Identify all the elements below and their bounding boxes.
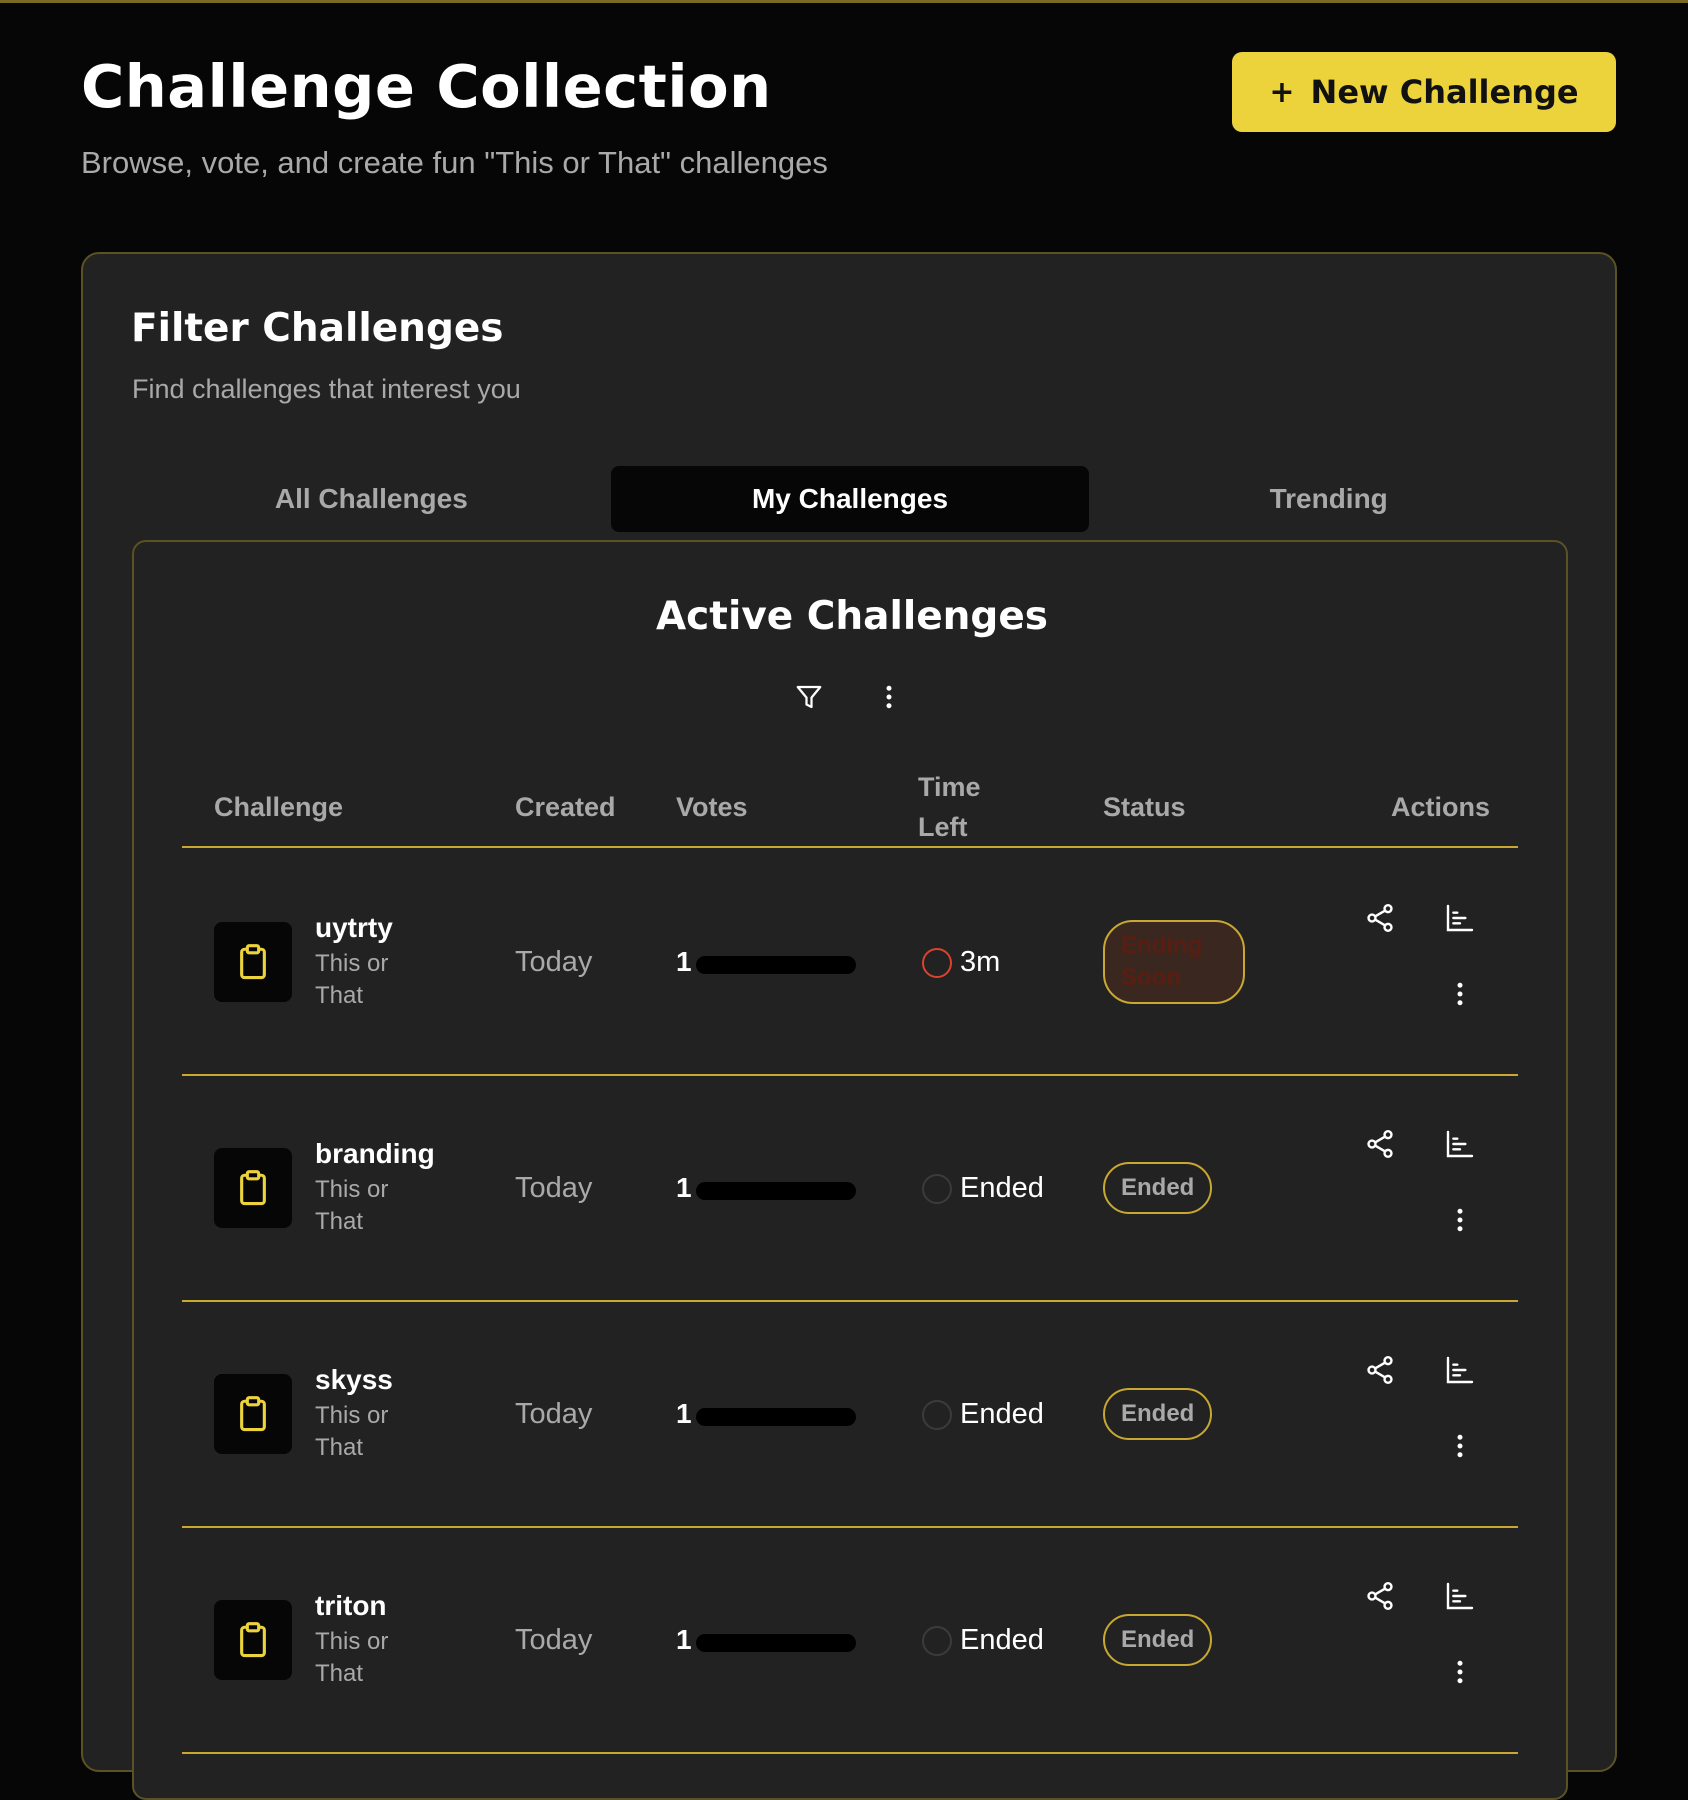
challenge-name[interactable]: uytrty bbox=[315, 912, 393, 944]
share-icon[interactable] bbox=[1362, 1126, 1398, 1162]
column-time-left[interactable]: Time Left bbox=[918, 768, 998, 846]
vote-count: 1 bbox=[676, 1624, 692, 1655]
tab-trending[interactable]: Trending bbox=[1089, 466, 1568, 532]
status-badge: Ended bbox=[1103, 1162, 1213, 1214]
new-challenge-button[interactable]: + New Challenge bbox=[1232, 52, 1616, 132]
vote-count: 1 bbox=[676, 946, 692, 977]
clipboard-icon bbox=[214, 1374, 292, 1454]
filter-tabs: All Challenges My Challenges Trending bbox=[132, 466, 1568, 532]
more-vertical-icon[interactable] bbox=[874, 682, 904, 712]
share-icon[interactable] bbox=[1362, 1578, 1398, 1614]
created-date: Today bbox=[515, 1624, 593, 1656]
vote-count: 1 bbox=[676, 1398, 692, 1429]
table-row[interactable]: skyss This or That Today 1 Ended Ended bbox=[182, 1302, 1518, 1528]
status-badge: Ended bbox=[1103, 1388, 1213, 1440]
challenge-type: This or That bbox=[315, 1402, 389, 1461]
filter-icon[interactable] bbox=[794, 682, 824, 712]
plus-icon: + bbox=[1269, 74, 1295, 110]
filter-panel: Filter Challenges Find challenges that i… bbox=[81, 252, 1617, 1800]
column-challenge[interactable]: Challenge bbox=[214, 768, 343, 846]
challenge-name[interactable]: triton bbox=[315, 1590, 387, 1622]
column-status[interactable]: Status bbox=[1103, 768, 1186, 846]
bar-chart-icon[interactable] bbox=[1442, 1578, 1478, 1614]
vote-progress-fill bbox=[696, 1634, 856, 1652]
challenge-name[interactable]: skyss bbox=[315, 1364, 393, 1396]
time-left-value: Ended bbox=[960, 1624, 1044, 1656]
table-row[interactable]: triton This or That Today 1 Ended Ended bbox=[182, 1528, 1518, 1754]
top-accent-line bbox=[0, 0, 1688, 3]
table-toolbar bbox=[794, 682, 904, 712]
created-date: Today bbox=[515, 946, 593, 978]
column-created[interactable]: Created bbox=[515, 768, 616, 846]
vote-progress-bar bbox=[696, 1408, 856, 1426]
share-icon[interactable] bbox=[1362, 1352, 1398, 1388]
more-vertical-icon[interactable] bbox=[1442, 976, 1478, 1012]
more-vertical-icon[interactable] bbox=[1442, 1202, 1478, 1238]
created-date: Today bbox=[515, 1398, 593, 1430]
table-title: Active Challenges bbox=[656, 594, 1048, 639]
time-left: 3m bbox=[922, 946, 1000, 979]
time-left: Ended bbox=[922, 1624, 1044, 1657]
filter-subtitle: Find challenges that interest you bbox=[132, 374, 521, 404]
vote-progress-fill bbox=[696, 956, 856, 974]
vote-progress-fill bbox=[696, 1408, 856, 1426]
status-badge: Ended bbox=[1103, 1614, 1213, 1666]
time-left-value: 3m bbox=[960, 946, 1001, 978]
bar-chart-icon[interactable] bbox=[1442, 1352, 1478, 1388]
table-row[interactable]: uytrty This or That Today 1 3m Ending So… bbox=[182, 850, 1518, 1076]
share-icon[interactable] bbox=[1362, 900, 1398, 936]
more-vertical-icon[interactable] bbox=[1442, 1428, 1478, 1464]
table-header: Challenge Created Votes Time Left Status… bbox=[182, 768, 1518, 848]
time-left-value: Ended bbox=[960, 1172, 1044, 1204]
bar-chart-icon[interactable] bbox=[1442, 1126, 1478, 1162]
column-actions: Actions bbox=[1391, 792, 1491, 822]
page-subtitle: Browse, vote, and create fun "This or Th… bbox=[81, 145, 828, 180]
clock-icon bbox=[922, 1625, 952, 1656]
challenge-name[interactable]: branding bbox=[315, 1138, 435, 1170]
tab-my-challenges[interactable]: My Challenges bbox=[610, 466, 1090, 532]
vote-progress-bar bbox=[696, 956, 856, 974]
vote-progress-bar bbox=[696, 1634, 856, 1652]
clock-icon bbox=[922, 1173, 952, 1204]
page-title: Challenge Collection bbox=[81, 52, 772, 121]
clipboard-icon bbox=[214, 1600, 292, 1680]
created-date: Today bbox=[515, 1172, 593, 1204]
clock-icon bbox=[922, 947, 952, 978]
challenge-type: This or That bbox=[315, 1628, 389, 1687]
clipboard-icon bbox=[214, 1148, 292, 1228]
challenges-table-card: Active Challenges Challenge Created Vote… bbox=[132, 540, 1568, 1800]
time-left: Ended bbox=[922, 1398, 1044, 1431]
time-left: Ended bbox=[922, 1172, 1044, 1205]
filter-title: Filter Challenges bbox=[131, 306, 504, 351]
table-body: uytrty This or That Today 1 3m Ending So… bbox=[182, 850, 1518, 1754]
bar-chart-icon[interactable] bbox=[1442, 900, 1478, 936]
column-votes[interactable]: Votes bbox=[676, 768, 748, 846]
table-row[interactable]: branding This or That Today 1 Ended Ende… bbox=[182, 1076, 1518, 1302]
time-left-value: Ended bbox=[960, 1398, 1044, 1430]
more-vertical-icon[interactable] bbox=[1442, 1654, 1478, 1690]
new-challenge-label: New Challenge bbox=[1310, 73, 1579, 111]
challenge-type: This or That bbox=[315, 950, 389, 1009]
clipboard-icon bbox=[214, 922, 292, 1002]
vote-progress-fill bbox=[696, 1182, 856, 1200]
vote-count: 1 bbox=[676, 1172, 692, 1203]
clock-icon bbox=[922, 1399, 952, 1430]
status-badge: Ending Soon bbox=[1103, 920, 1245, 1004]
tab-all-challenges[interactable]: All Challenges bbox=[132, 466, 611, 532]
vote-progress-bar bbox=[696, 1182, 856, 1200]
challenge-type: This or That bbox=[315, 1176, 389, 1235]
